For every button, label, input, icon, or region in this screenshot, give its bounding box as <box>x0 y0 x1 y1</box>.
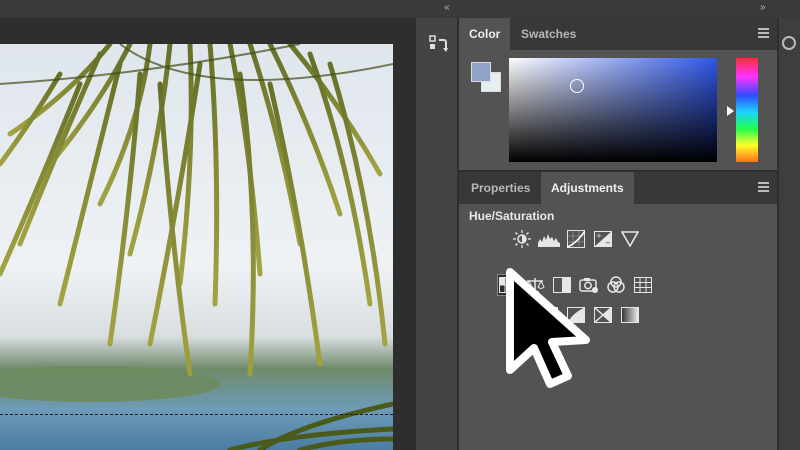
tab-color[interactable]: Color <box>459 18 511 50</box>
selection-marquee <box>0 414 393 415</box>
mouse-pointer-icon <box>496 262 596 397</box>
history-brush-icon[interactable] <box>428 34 448 56</box>
exposure-icon[interactable]: + − <box>592 228 614 250</box>
brightness-contrast-icon[interactable] <box>511 228 533 250</box>
tab-adjustments[interactable]: Adjustments <box>541 172 634 204</box>
adjustments-panel-tabbar: Properties Adjustments <box>459 172 777 204</box>
color-panel-tabbar: Color Swatches <box>459 18 777 50</box>
collapse-panels-left-icon[interactable]: « <box>444 2 450 13</box>
hue-slider-marker-icon[interactable] <box>727 106 734 116</box>
libraries-icon[interactable] <box>782 36 796 50</box>
channel-mixer-icon[interactable] <box>605 274 627 296</box>
svg-text:−: − <box>605 239 611 247</box>
curves-icon[interactable] <box>565 228 587 250</box>
color-picker-handle[interactable] <box>570 79 584 93</box>
document-canvas[interactable] <box>0 44 393 450</box>
gradient-triangle-icon[interactable] <box>619 228 641 250</box>
hue-spectrum-slider[interactable] <box>736 58 758 162</box>
tab-swatches[interactable]: Swatches <box>511 18 586 50</box>
color-field[interactable] <box>509 58 717 162</box>
tab-properties[interactable]: Properties <box>461 172 540 204</box>
canvas-gutter <box>393 18 415 450</box>
collapsed-panel-column <box>415 18 457 450</box>
collapse-panels-right-icon[interactable]: » <box>760 2 766 13</box>
panel-menu-icon[interactable] <box>758 28 769 38</box>
gradient-map-icon[interactable] <box>619 304 641 326</box>
panel-menu-icon[interactable] <box>758 182 769 192</box>
palm-frond-image <box>0 44 393 450</box>
color-lookup-icon[interactable] <box>632 274 654 296</box>
color-panel <box>459 50 777 170</box>
collapsed-right-dock <box>779 18 800 450</box>
hovered-adjustment-name: Hue/Saturation <box>469 209 555 223</box>
foreground-color-swatch[interactable] <box>471 62 491 82</box>
top-panel-strip: « » <box>0 0 800 18</box>
svg-text:+: + <box>596 232 602 240</box>
canvas-background <box>0 18 393 44</box>
levels-icon[interactable] <box>538 228 560 250</box>
